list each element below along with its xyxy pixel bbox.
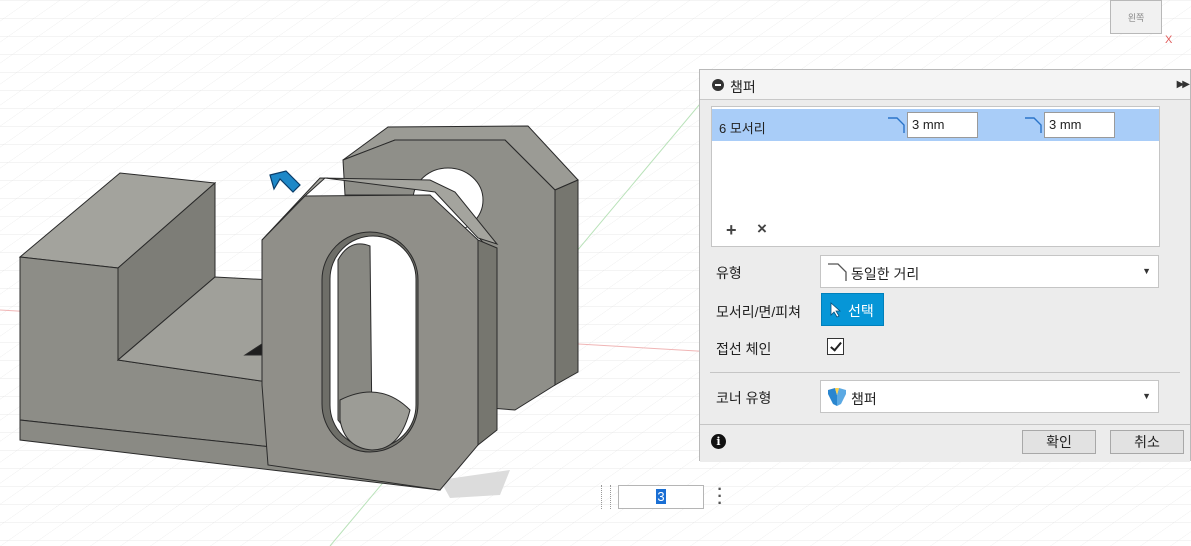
more-icon[interactable]: · · · (717, 482, 723, 512)
edge-row-label: 6 모서리 (719, 121, 766, 136)
dialog-header: 챔퍼 ▶▶ (700, 70, 1190, 100)
chamfer-dialog: 챔퍼 ▶▶ 6 모서리 3 mm 3 mm + × 유형 동일한 거리 ▼ 모서… (699, 69, 1191, 462)
front-flange (261, 177, 499, 491)
cancel-button[interactable]: 취소 (1110, 430, 1184, 454)
chamfer-distance-icon (1025, 117, 1042, 133)
distance-1-input[interactable]: 3 mm (907, 112, 978, 138)
dialog-footer: i 확인 취소 (700, 424, 1190, 462)
edge-row[interactable]: 6 모서리 3 mm 3 mm (712, 109, 1159, 141)
type-label: 유형 (716, 265, 742, 281)
chamfer-distance-icon (828, 263, 847, 281)
type-dropdown[interactable]: 동일한 거리 ▼ (820, 255, 1159, 288)
chevron-down-icon: ▼ (1142, 266, 1151, 276)
tangent-chain-checkbox[interactable] (827, 338, 844, 355)
divider (710, 372, 1180, 373)
floating-value-input[interactable]: 3 (618, 485, 704, 509)
chevron-down-icon: ▼ (1142, 391, 1151, 401)
view-cube[interactable]: 왼쪽 X (1106, 0, 1172, 46)
floating-value-control: 3 · · · (601, 482, 735, 512)
view-cube-face[interactable]: 왼쪽 (1110, 0, 1162, 34)
collapse-icon[interactable] (712, 79, 724, 91)
tangent-chain-label: 접선 체인 (716, 341, 772, 357)
type-value: 동일한 거리 (851, 266, 920, 282)
floating-value-text: 3 (656, 489, 666, 504)
ok-button[interactable]: 확인 (1022, 430, 1096, 454)
x-axis-label: X (1165, 34, 1173, 46)
drag-handle[interactable] (601, 485, 611, 509)
chamfer-distance-icon (888, 117, 905, 133)
info-icon[interactable]: i (711, 434, 726, 449)
select-button-label: 선택 (848, 303, 874, 319)
expand-icon[interactable]: ▶▶ (1177, 79, 1190, 90)
cursor-icon (830, 302, 842, 318)
corner-type-value: 챔퍼 (851, 391, 877, 407)
select-button[interactable]: 선택 (821, 293, 884, 326)
remove-icon[interactable]: × (757, 219, 767, 239)
corner-type-dropdown[interactable]: 챔퍼 ▼ (820, 380, 1159, 413)
add-icon[interactable]: + (726, 220, 737, 241)
dialog-title: 챔퍼 (730, 79, 756, 95)
edge-selection-list[interactable]: 6 모서리 3 mm 3 mm + × (711, 106, 1160, 247)
distance-2-input[interactable]: 3 mm (1044, 112, 1115, 138)
corner-chamfer-icon (828, 388, 846, 406)
corner-type-label: 코너 유형 (716, 390, 772, 406)
edges-faces-label: 모서리/면/피쳐 (716, 304, 802, 320)
